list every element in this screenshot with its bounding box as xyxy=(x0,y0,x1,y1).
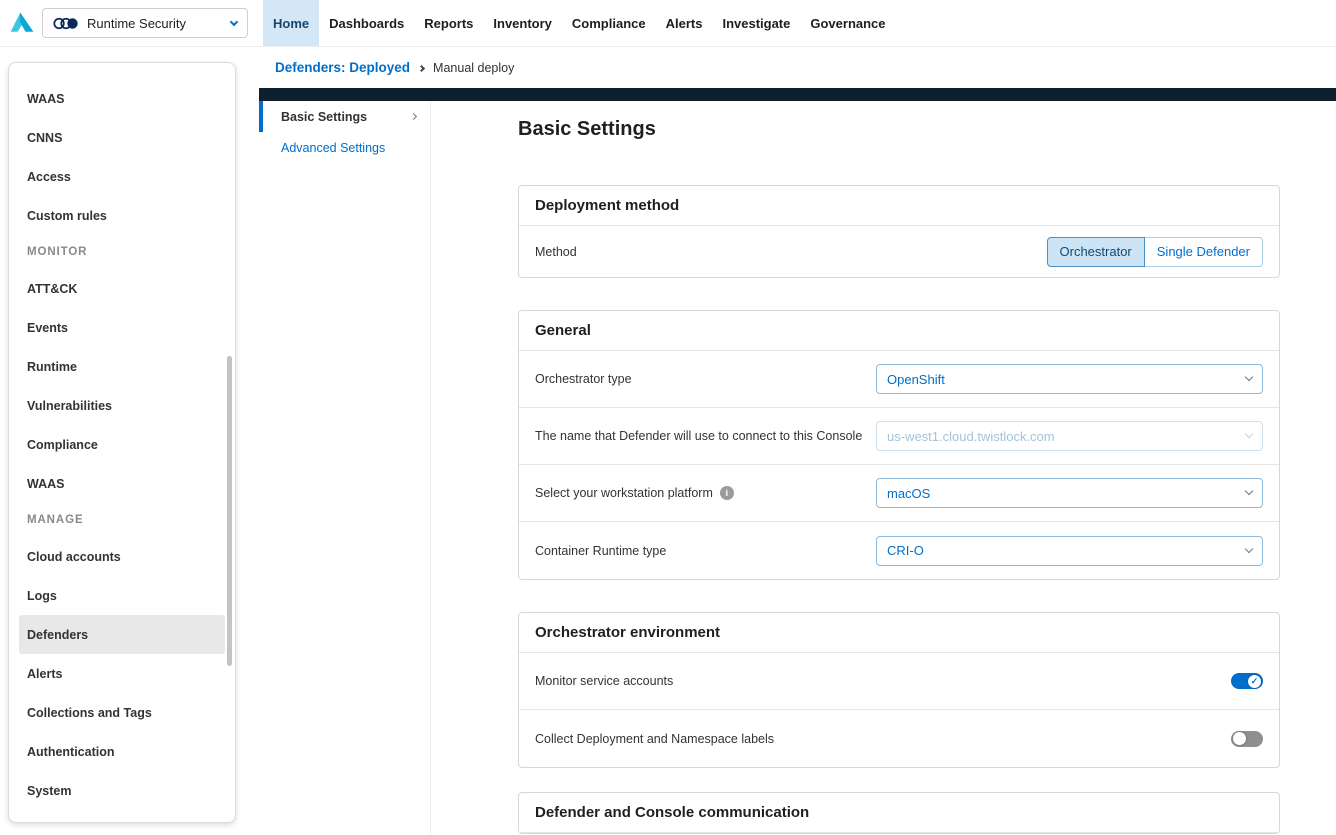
toggle-knob: ✓ xyxy=(1248,675,1261,688)
sidebar-item-events[interactable]: Events xyxy=(9,308,235,347)
breadcrumb-chevron-icon xyxy=(418,64,425,71)
orchestrator-type-row: Orchestrator type OpenShift xyxy=(519,351,1279,408)
settings-subnav: Basic Settings Advanced Settings xyxy=(259,101,431,835)
select-value: macOS xyxy=(887,486,930,501)
method-segmented-control: Orchestrator Single Defender xyxy=(1047,237,1263,267)
sidebar-item-cloud-accounts[interactable]: Cloud accounts xyxy=(9,537,235,576)
card-title: General xyxy=(519,311,1279,351)
tab-alerts[interactable]: Alerts xyxy=(656,0,713,46)
page-title: Basic Settings xyxy=(518,118,1280,141)
workstation-platform-row: Select your workstation platform i macOS xyxy=(519,465,1279,522)
sidebar-item-logs[interactable]: Logs xyxy=(9,576,235,615)
subnav-item-advanced-settings[interactable]: Advanced Settings xyxy=(259,132,430,163)
check-icon: ✓ xyxy=(1251,676,1259,687)
breadcrumb: Defenders: Deployed Manual deploy xyxy=(259,47,1336,88)
main-content: Basic Settings Deployment method Method … xyxy=(518,101,1280,834)
console-name-label: The name that Defender will use to conne… xyxy=(535,429,862,443)
tab-inventory[interactable]: Inventory xyxy=(483,0,562,46)
monitor-service-accounts-label: Monitor service accounts xyxy=(535,674,673,688)
runtime-security-logo-icon xyxy=(53,16,79,31)
workstation-platform-select[interactable]: macOS xyxy=(876,478,1263,508)
chevron-down-icon xyxy=(1245,373,1253,381)
label-text: Select your workstation platform xyxy=(535,486,713,500)
general-card: General Orchestrator type OpenShift The … xyxy=(518,310,1280,580)
tab-reports[interactable]: Reports xyxy=(414,0,483,46)
sidebar-item-vulnerabilities[interactable]: Vulnerabilities xyxy=(9,386,235,425)
method-option-orchestrator[interactable]: Orchestrator xyxy=(1047,237,1145,267)
method-option-single-defender[interactable]: Single Defender xyxy=(1145,237,1263,267)
palo-alto-networks-logo-icon xyxy=(8,8,36,38)
breadcrumb-parent-link[interactable]: Defenders: Deployed xyxy=(275,60,410,75)
monitor-service-accounts-toggle[interactable]: ✓ xyxy=(1231,673,1263,689)
sidebar-item-custom-rules[interactable]: Custom rules xyxy=(9,196,235,235)
sidebar-section-monitor: MONITOR xyxy=(9,235,235,269)
dark-divider-bar xyxy=(259,88,1336,101)
orchestrator-type-select[interactable]: OpenShift xyxy=(876,364,1263,394)
select-value: CRI-O xyxy=(887,543,924,558)
container-runtime-label: Container Runtime type xyxy=(535,544,666,558)
info-icon[interactable]: i xyxy=(720,486,734,500)
orchestrator-environment-card: Orchestrator environment Monitor service… xyxy=(518,612,1280,768)
subnav-item-basic-settings[interactable]: Basic Settings xyxy=(259,101,430,132)
product-switcher[interactable]: Runtime Security xyxy=(42,8,248,38)
sidebar-item-system[interactable]: System xyxy=(9,771,235,810)
card-title: Defender and Console communication xyxy=(519,793,1279,833)
collect-labels-toggle[interactable]: ✓ xyxy=(1231,731,1263,747)
left-sidebar: WAAS CNNS Access Custom rules MONITOR AT… xyxy=(8,62,236,823)
deployment-method-card: Deployment method Method Orchestrator Si… xyxy=(518,185,1280,278)
chevron-down-icon xyxy=(1245,487,1253,495)
card-title: Orchestrator environment xyxy=(519,613,1279,653)
sidebar-item-collections-and-tags[interactable]: Collections and Tags xyxy=(9,693,235,732)
top-nav: Home Dashboards Reports Inventory Compli… xyxy=(263,0,896,46)
collect-labels-row: Collect Deployment and Namespace labels … xyxy=(519,710,1279,767)
select-value: us-west1.cloud.twistlock.com xyxy=(887,429,1055,444)
collect-labels-label: Collect Deployment and Namespace labels xyxy=(535,732,774,746)
communication-card: Defender and Console communication xyxy=(518,792,1280,834)
workstation-platform-label: Select your workstation platform i xyxy=(535,486,734,500)
tab-compliance[interactable]: Compliance xyxy=(562,0,656,46)
subnav-item-label: Advanced Settings xyxy=(281,141,385,155)
card-title: Deployment method xyxy=(519,186,1279,226)
console-name-row: The name that Defender will use to conne… xyxy=(519,408,1279,465)
chevron-down-icon xyxy=(1245,430,1253,438)
container-runtime-select[interactable]: CRI-O xyxy=(876,536,1263,566)
sidebar-item-attack[interactable]: ATT&CK xyxy=(9,269,235,308)
sidebar-item-authentication[interactable]: Authentication xyxy=(9,732,235,771)
method-row: Method Orchestrator Single Defender xyxy=(519,226,1279,277)
subnav-item-label: Basic Settings xyxy=(281,110,367,124)
tab-dashboards[interactable]: Dashboards xyxy=(319,0,414,46)
topbar: Runtime Security Home Dashboards Reports… xyxy=(0,0,1336,47)
chevron-right-icon xyxy=(410,113,417,120)
app: { "colors": { "accent_blue": "#006fcc", … xyxy=(0,0,1336,835)
sidebar-scrollbar[interactable] xyxy=(227,356,232,666)
sidebar-item-compliance[interactable]: Compliance xyxy=(9,425,235,464)
sidebar-item-cnns[interactable]: CNNS xyxy=(9,118,235,157)
product-switcher-label: Runtime Security xyxy=(87,16,186,31)
method-label: Method xyxy=(535,245,577,259)
sidebar-section-manage: MANAGE xyxy=(9,503,235,537)
sidebar-item-runtime[interactable]: Runtime xyxy=(9,347,235,386)
sidebar-item-waas-monitor[interactable]: WAAS xyxy=(9,464,235,503)
sidebar-item-alerts[interactable]: Alerts xyxy=(9,654,235,693)
tab-home[interactable]: Home xyxy=(263,0,319,46)
toggle-knob: ✓ xyxy=(1233,732,1246,745)
sidebar-item-waas[interactable]: WAAS xyxy=(9,79,235,118)
console-name-select: us-west1.cloud.twistlock.com xyxy=(876,421,1263,451)
container-runtime-row: Container Runtime type CRI-O xyxy=(519,522,1279,579)
orchestrator-type-label: Orchestrator type xyxy=(535,372,632,386)
sidebar-item-access[interactable]: Access xyxy=(9,157,235,196)
tab-investigate[interactable]: Investigate xyxy=(712,0,800,46)
breadcrumb-current: Manual deploy xyxy=(433,61,514,75)
select-value: OpenShift xyxy=(887,372,945,387)
tab-governance[interactable]: Governance xyxy=(800,0,895,46)
monitor-service-accounts-row: Monitor service accounts ✓ xyxy=(519,653,1279,710)
chevron-down-icon xyxy=(1245,544,1253,552)
sidebar-item-defenders[interactable]: Defenders xyxy=(19,615,225,654)
chevron-down-icon xyxy=(230,17,238,25)
